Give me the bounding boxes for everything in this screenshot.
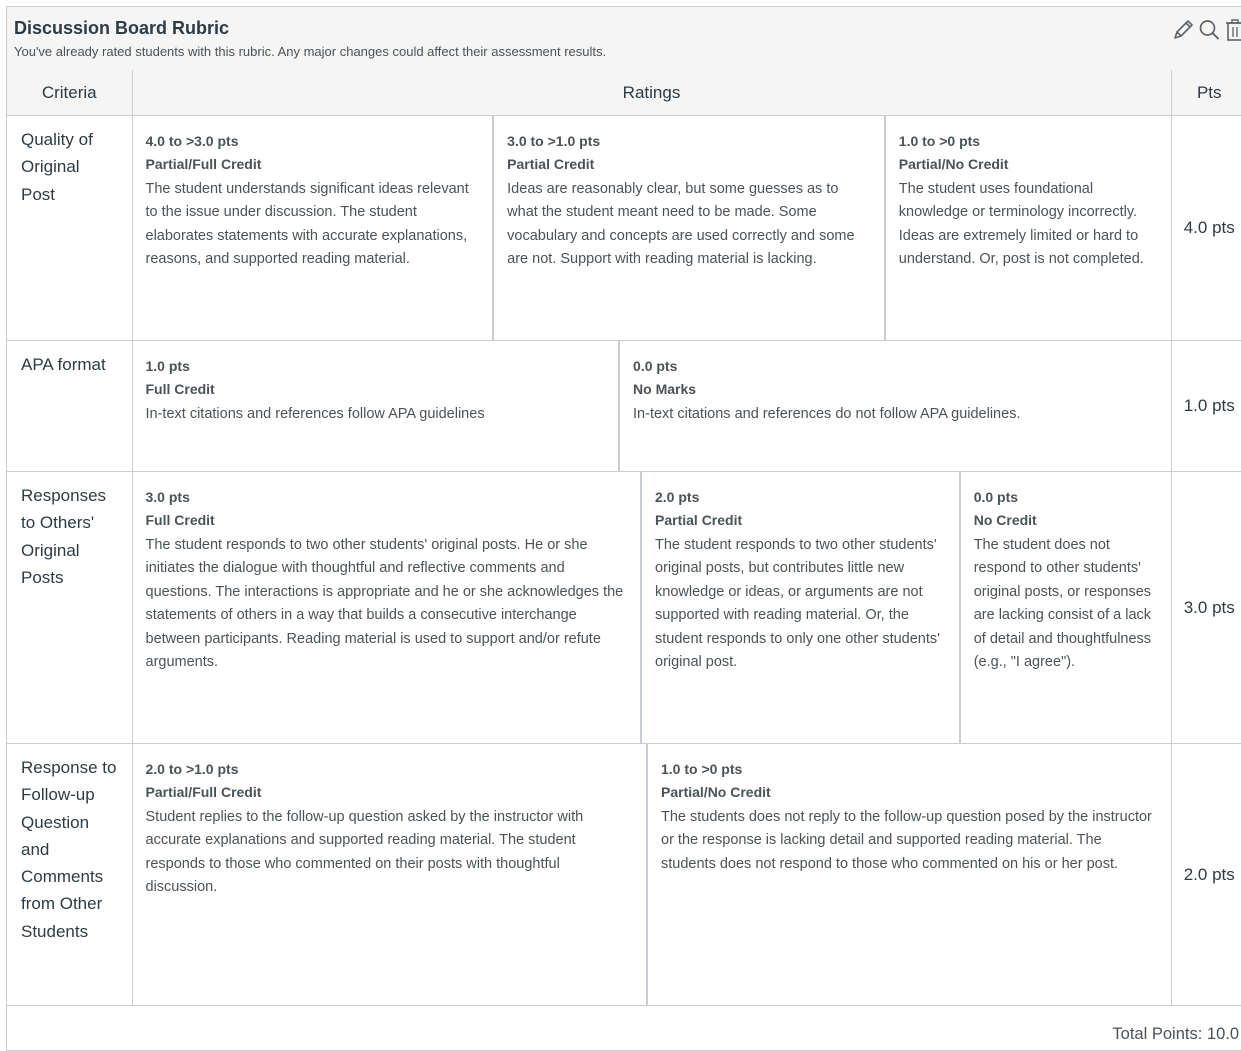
criterion-cell: APA format [7,340,133,472]
rating-description: The student responds to two other studen… [655,537,940,671]
rating-description: Ideas are reasonably clear, but some gue… [507,181,855,268]
rating-description: The student uses foundational knowledge … [898,181,1144,268]
criterion-name: Response to Follow-up Question and Comme… [21,758,117,941]
criterion-name: Responses to Others' Original Posts [21,486,107,587]
rating-points: 3.0 to >1.0 pts [507,133,601,149]
ratings-cell: 4.0 to >3.0 pts Partial/Full Credit The … [131,115,1172,341]
rating-description: Student replies to the follow-up questio… [145,809,584,896]
rating-description: In-text citations and references follow … [145,406,485,422]
total-points: Total Points: 10.0 [1112,1025,1239,1043]
rating-points: 4.0 to >3.0 pts [145,133,239,149]
ratings-cell: 1.0 pts Full Credit In-text citations an… [131,340,1172,472]
rating-points: 0.0 pts [633,358,678,374]
rubric-title: Discussion Board Rubric [14,18,230,38]
rating-tier[interactable]: 4.0 to >3.0 pts Partial/Full Credit The … [133,116,493,340]
rating-description: The student does not respond to other st… [973,537,1152,671]
rating-description: The student understands significant idea… [145,181,469,268]
criterion-row: Quality of Original Post 4.0 to >3.0 pts… [7,115,1241,341]
rubric-panel: Discussion Board Rubric You've already r… [6,6,1241,1051]
rubric-table: Criteria Ratings Pts Quality of Original… [7,70,1241,1006]
rating-tier[interactable]: 0.0 pts No Credit The student does not r… [958,472,1171,743]
criterion-cell: Response to Follow-up Question and Comme… [7,743,133,1006]
rating-points: 0.0 pts [973,489,1019,505]
edit-icon[interactable] [1172,18,1194,42]
rating-tier[interactable]: 1.0 pts Full Credit In-text citations an… [133,341,619,471]
criterion-points: 4.0 pts [1170,115,1241,341]
criterion-cell: Responses to Others' Original Posts [7,471,133,744]
rating-tier[interactable]: 2.0 to >1.0 pts Partial/Full Credit Stud… [133,744,647,1005]
rating-tier[interactable]: 1.0 to >0 pts Partial/No Credit The stud… [646,744,1171,1005]
criterion-row: Response to Follow-up Question and Comme… [7,743,1241,1006]
rating-title: Full Credit [145,381,215,397]
rating-title: Partial Credit [507,156,595,172]
rating-points: 1.0 to >0 pts [898,133,981,149]
rating-title: Partial/No Credit [898,156,1009,172]
rating-points: 2.0 to >1.0 pts [145,761,239,777]
rubric-warning: You've already rated students with this … [14,44,607,59]
criterion-points: 1.0 pts [1170,340,1241,472]
rating-tier[interactable]: 1.0 to >0 pts Partial/No Credit The stud… [883,116,1171,340]
search-icon[interactable] [1198,18,1220,42]
criterion-row: APA format 1.0 pts Full Credit In-text c… [7,340,1241,472]
rating-tier[interactable]: 3.0 pts Full Credit The student responds… [133,472,641,743]
rating-title: Full Credit [145,512,215,528]
ratings-column-header: Ratings [131,70,1172,116]
rubric-actions [1172,18,1241,42]
delete-icon[interactable] [1224,18,1241,42]
rating-points: 1.0 pts [145,358,190,374]
criterion-row: Responses to Others' Original Posts 3.0 … [7,471,1241,744]
rating-description: In-text citations and references do not … [633,406,1021,422]
rating-tier[interactable]: 0.0 pts No Marks In-text citations and r… [618,341,1170,471]
ratings-cell: 3.0 pts Full Credit The student responds… [131,471,1172,744]
points-column-header: Pts [1170,70,1241,116]
rating-title: Partial/Full Credit [145,156,262,172]
rating-title: Partial/Full Credit [145,784,262,800]
rating-title: Partial/No Credit [661,784,771,800]
rating-points: 3.0 pts [145,489,190,505]
criterion-points: 3.0 pts [1170,471,1241,744]
criterion-points: 2.0 pts [1170,743,1241,1006]
rating-points: 2.0 pts [655,489,700,505]
rating-title: Partial Credit [655,512,743,528]
rating-title: No Marks [633,381,697,397]
rating-points: 1.0 to >0 pts [661,761,743,777]
rubric-header-row: Criteria Ratings Pts [7,70,1241,116]
criterion-name: APA format [21,355,106,374]
rubric-header: Discussion Board Rubric You've already r… [7,7,1241,71]
rating-tier[interactable]: 2.0 pts Partial Credit The student respo… [640,472,959,743]
criterion-name: Quality of Original Post [21,130,93,204]
criterion-cell: Quality of Original Post [7,115,133,341]
rating-description: The student responds to two other studen… [145,537,624,671]
ratings-cell: 2.0 to >1.0 pts Partial/Full Credit Stud… [131,743,1172,1006]
rating-title: No Credit [973,512,1037,528]
criteria-column-header: Criteria [7,70,133,116]
rating-description: The students does not reply to the follo… [661,809,1152,872]
rating-tier[interactable]: 3.0 to >1.0 pts Partial Credit Ideas are… [492,116,884,340]
